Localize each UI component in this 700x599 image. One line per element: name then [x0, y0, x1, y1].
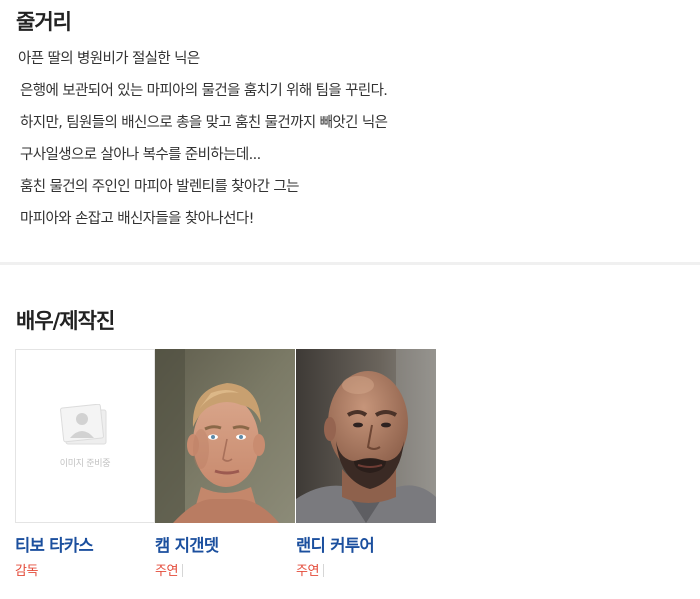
- cast-role-label: 주연: [296, 564, 319, 579]
- cast-role: 감독: [15, 560, 38, 579]
- image-placeholder-text: 이미지 준비중: [59, 459, 111, 469]
- actor-portrait-image: [155, 349, 295, 523]
- cast-section: 배우/제작진 이미지 준비중 티보 타카스 감독 캠 지갠뎃 주연 랜디 커투어…: [0, 265, 700, 599]
- synopsis-line: 구사일생으로 살아나 복수를 준비하는데...: [20, 147, 261, 163]
- cast-photo[interactable]: [296, 349, 436, 523]
- cast-role-label: 감독: [15, 564, 38, 579]
- synopsis-line: 훔친 물건의 주인인 마피아 발렌티를 찾아간 그는: [20, 179, 299, 195]
- cast-role-label: 주연: [155, 564, 178, 579]
- cast-list: 이미지 준비중 티보 타카스 감독 캠 지갠뎃 주연 랜디 커투어 주연: [15, 349, 445, 589]
- cast-role: 주연: [296, 560, 324, 579]
- cast-title: 배우/제작진: [16, 309, 115, 333]
- cast-card[interactable]: 이미지 준비중 티보 타카스 감독: [15, 349, 155, 579]
- role-separator: [181, 564, 183, 577]
- role-separator: [322, 564, 324, 577]
- synopsis-title: 줄거리: [16, 10, 72, 34]
- image-placeholder-icon: [60, 404, 107, 445]
- cast-name-link[interactable]: 랜디 커투어: [296, 532, 375, 556]
- cast-name-link[interactable]: 티보 타카스: [15, 532, 94, 556]
- synopsis-line: 아픈 딸의 병원비가 절실한 닉은: [18, 51, 200, 67]
- cast-card[interactable]: 랜디 커투어 주연: [296, 349, 436, 579]
- cast-photo-placeholder[interactable]: 이미지 준비중: [15, 349, 155, 523]
- synopsis-line: 은행에 보관되어 있는 마피아의 물건을 훔치기 위해 팀을 꾸린다.: [20, 83, 388, 99]
- synopsis-line: 하지만, 팀원들의 배신으로 총을 맞고 훔친 물건까지 빼앗긴 닉은: [20, 115, 388, 131]
- cast-role: 주연: [155, 560, 183, 579]
- synopsis-line: 마피아와 손잡고 배신자들을 찾아나선다!: [20, 211, 254, 227]
- cast-name-link[interactable]: 캠 지갠뎃: [155, 532, 219, 556]
- synopsis-body: 아픈 딸의 병원비가 절실한 닉은 은행에 보관되어 있는 마피아의 물건을 훔…: [18, 49, 678, 241]
- cast-card[interactable]: 캠 지갠뎃 주연: [155, 349, 295, 579]
- cast-photo[interactable]: [155, 349, 295, 523]
- synopsis-section: 줄거리 아픈 딸의 병원비가 절실한 닉은 은행에 보관되어 있는 마피아의 물…: [0, 0, 700, 262]
- actor-portrait-image: [296, 349, 436, 523]
